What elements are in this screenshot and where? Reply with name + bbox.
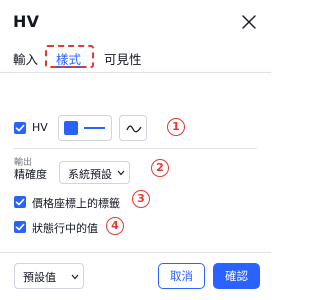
- precision-select-value: 系統預設: [68, 168, 112, 181]
- tab-visibility[interactable]: 可見性: [104, 49, 142, 68]
- line-preview: [84, 127, 105, 129]
- checkmark-icon: [15, 198, 25, 206]
- defaults-select[interactable]: 預設值: [14, 263, 84, 289]
- plot-checkbox[interactable]: [14, 122, 26, 134]
- chevron-down-icon: [71, 274, 79, 280]
- active-tab-indicator: [55, 66, 83, 68]
- status-line-value-checkbox[interactable]: [14, 221, 26, 233]
- annotation-4: 4: [106, 217, 124, 235]
- annotation-2: 2: [151, 159, 169, 177]
- defaults-select-value: 預設值: [23, 271, 56, 284]
- precision-select[interactable]: 系統預設: [59, 161, 130, 184]
- footer-divider: [0, 252, 271, 253]
- tab-inputs[interactable]: 輸入: [13, 49, 38, 68]
- price-scale-label-text: 價格座標上的標籤: [32, 197, 120, 210]
- dialog-title: HV: [13, 12, 40, 31]
- checkmark-icon: [15, 223, 25, 231]
- annotation-3: 3: [132, 190, 150, 208]
- cancel-button[interactable]: 取消: [158, 263, 205, 289]
- section-divider: [14, 148, 257, 149]
- line-style-icon: [126, 125, 142, 133]
- close-icon[interactable]: [242, 15, 256, 29]
- annotation-1: 1: [167, 118, 185, 136]
- price-scale-label-checkbox[interactable]: [14, 196, 26, 208]
- color-picker-button[interactable]: [58, 115, 112, 141]
- tab-bar: 輸入 樣式 可見性: [0, 45, 271, 71]
- status-line-value-text: 狀態行中的值: [32, 222, 98, 235]
- indicator-settings-dialog: HV 輸入 樣式 可見性 HV 1 輸出 精確度 系統預設 2 價格座標上的標籤…: [0, 0, 271, 300]
- line-style-button[interactable]: [119, 115, 147, 141]
- precision-label: 精確度: [14, 168, 47, 181]
- plot-label: HV: [32, 121, 48, 134]
- chevron-down-icon: [117, 170, 125, 176]
- checkmark-icon: [15, 124, 25, 132]
- header-divider: [0, 72, 271, 73]
- color-swatch: [64, 121, 78, 135]
- ok-button[interactable]: 確認: [213, 263, 260, 289]
